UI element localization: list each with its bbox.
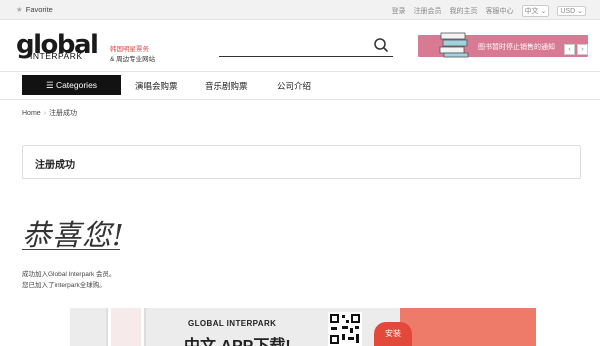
- customer-service-link[interactable]: 客服中心: [486, 6, 514, 16]
- page-title: 注册成功: [35, 160, 75, 171]
- promo-brand: GLOBAL INTERPARK: [188, 319, 277, 328]
- logo-tagline-2: & 周边专业网站: [110, 56, 156, 63]
- search-input[interactable]: [219, 35, 363, 53]
- breadcrumb: Home › 注册成功: [22, 108, 77, 118]
- logo-tagline-1: 韩国明星票务: [110, 46, 149, 53]
- banner-text: 图书暂时停止销售的通知: [478, 44, 555, 51]
- language-value: 中文: [524, 8, 539, 15]
- app-promo-banner[interactable]: GLOBAL INTERPARK 中文 APP下载! 安装: [70, 308, 536, 346]
- my-page-link[interactable]: 我的主页: [450, 6, 478, 16]
- top-utility-bar: ★ Favorite 登录 注册会员 我的主页 客服中心 中文 ⌄ USD ⌄: [0, 0, 600, 20]
- search-icon[interactable]: [373, 37, 389, 53]
- categories-label: Categories: [55, 80, 98, 90]
- phone-mockup-image: [106, 308, 146, 346]
- chevron-down-icon: ⌄: [540, 8, 547, 15]
- promo-accent-panel: [400, 308, 536, 346]
- promo-headline: 中文 APP下载!: [184, 332, 291, 346]
- notice-banner[interactable]: 图书暂时停止销售的通知: [418, 32, 588, 58]
- breadcrumb-home[interactable]: Home: [22, 110, 41, 117]
- congrats-underline: [22, 249, 120, 250]
- congrats-heading: 恭喜您!: [22, 218, 125, 252]
- site-logo[interactable]: global INTERPARK 韩国明星票务 & 周边专业网站: [16, 30, 176, 65]
- register-link[interactable]: 注册会员: [414, 6, 442, 16]
- nav-item-musical-tickets[interactable]: 音乐剧购票: [205, 80, 248, 92]
- chevron-left-icon[interactable]: ‹: [564, 44, 575, 55]
- star-icon: ★: [16, 5, 23, 14]
- site-header: global INTERPARK 韩国明星票务 & 周边专业网站 图书暂时停止销…: [0, 20, 600, 70]
- menu-icon: ☰: [45, 80, 54, 90]
- search-bar: [219, 34, 393, 57]
- nav-item-company-intro[interactable]: 公司介绍: [277, 80, 311, 92]
- success-message-2: 您已加入了interpark全球购。: [22, 282, 106, 289]
- currency-select[interactable]: USD ⌄: [557, 6, 586, 16]
- main-nav: ☰ Categories 演唱会购票 音乐剧购票 公司介绍: [0, 71, 600, 100]
- chevron-right-icon: ›: [43, 110, 47, 117]
- books-icon: [439, 32, 469, 58]
- logo-subtitle: INTERPARK: [30, 51, 83, 61]
- top-links: 登录 注册会员 我的主页 客服中心 中文 ⌄ USD ⌄: [392, 5, 586, 17]
- favorite-link[interactable]: ★ Favorite: [16, 5, 53, 14]
- success-message-1: 成功加入Global Interpark 会员。: [22, 271, 116, 278]
- banner-arrows: ‹ ›: [564, 44, 588, 55]
- breadcrumb-current: 注册成功: [49, 110, 78, 117]
- page-title-box: 注册成功: [22, 145, 581, 179]
- chevron-right-icon[interactable]: ›: [577, 44, 588, 55]
- currency-value: USD: [560, 8, 576, 15]
- language-select[interactable]: 中文 ⌄: [521, 5, 550, 17]
- nav-item-concert-tickets[interactable]: 演唱会购票: [135, 80, 178, 92]
- qr-code-icon: [328, 312, 362, 346]
- chevron-down-icon: ⌄: [577, 8, 583, 15]
- categories-button[interactable]: ☰ Categories: [22, 75, 121, 95]
- install-button[interactable]: 安装: [374, 322, 412, 346]
- favorite-label: Favorite: [25, 5, 53, 14]
- login-link[interactable]: 登录: [392, 6, 406, 16]
